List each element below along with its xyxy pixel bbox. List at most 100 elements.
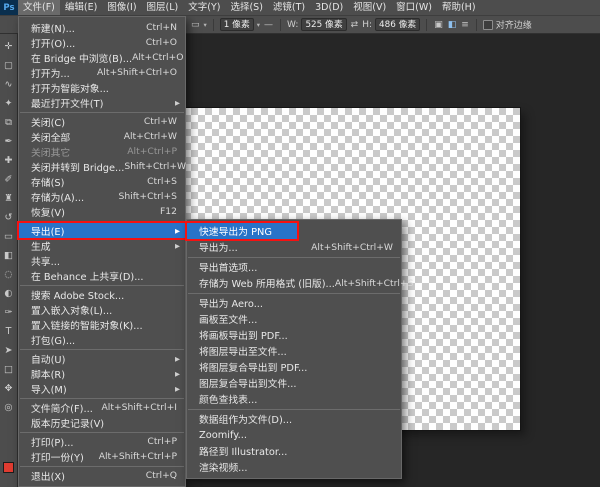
blur-tool-icon[interactable]: ◌ <box>1 265 17 284</box>
file-menu-item-revert[interactable]: 恢复(V)F12 <box>19 204 185 219</box>
file-menu-item-share[interactable]: 共享... <box>19 253 185 268</box>
export-submenu-item-artboards-to-pdf[interactable]: 将画板导出到 PDF... <box>187 327 401 343</box>
submenu-arrow-icon: ▶ <box>175 355 180 363</box>
file-menu-item-file-info[interactable]: 文件简介(F)...Alt+Shift+Ctrl+I <box>19 400 185 415</box>
file-menu-item-search-adobe-stock[interactable]: 搜索 Adobe Stock... <box>19 287 185 302</box>
clone-stamp-tool-icon[interactable]: ♜ <box>1 189 17 208</box>
history-brush-tool-icon[interactable]: ↺ <box>1 208 17 227</box>
type-tool-icon[interactable]: T <box>1 322 17 341</box>
export-submenu-item-color-lookup-tables[interactable]: 颜色查找表... <box>187 391 401 407</box>
menubar-item-filter[interactable]: 滤镜(T) <box>268 0 310 15</box>
gradient-tool-icon[interactable]: ◧ <box>1 246 17 265</box>
quick-selection-tool-icon[interactable]: ✦ <box>1 94 17 113</box>
align-edges-label: 对齐边缘 <box>496 18 532 31</box>
link-dimensions-icon[interactable]: ⇄ <box>350 20 360 30</box>
menubar-item-3d[interactable]: 3D(D) <box>310 0 348 15</box>
dodge-tool-icon[interactable]: ◐ <box>1 284 17 303</box>
width-field[interactable]: 525 像素 <box>301 18 346 31</box>
pen-tool-icon[interactable]: ✑ <box>1 303 17 322</box>
file-menu-item-automate[interactable]: 自动(U)▶ <box>19 351 185 366</box>
height-field[interactable]: 486 像素 <box>375 18 420 31</box>
export-submenu-item-export-as-aero[interactable]: 导出为 Aero... <box>187 295 401 311</box>
export-submenu-item-layer-comps-to-files[interactable]: 图层复合导出到文件... <box>187 375 401 391</box>
file-menu-item-generate[interactable]: 生成▶ <box>19 238 185 253</box>
menu-item-label: 关闭(C) <box>31 115 65 129</box>
crop-tool-icon[interactable]: ⧉ <box>1 113 17 132</box>
menu-item-shortcut: Ctrl+Q <box>146 470 177 481</box>
rectangle-tool-icon[interactable]: □ <box>1 360 17 379</box>
stroke-width-field[interactable]: 1 像素 <box>220 18 254 31</box>
file-menu-item-import[interactable]: 导入(M)▶ <box>19 381 185 396</box>
menu-item-label: 渲染视频... <box>199 460 248 474</box>
menubar-item-file[interactable]: 文件(F) <box>18 0 60 15</box>
file-menu-item-open-as[interactable]: 打开为...Alt+Shift+Ctrl+O <box>19 65 185 80</box>
menubar-item-view[interactable]: 视图(V) <box>348 0 391 15</box>
stroke-type-icon[interactable]: — <box>263 20 274 30</box>
export-submenu-item-save-for-web[interactable]: 存储为 Web 所用格式 (旧版)...Alt+Shift+Ctrl+S <box>187 275 401 291</box>
menubar-item-layer[interactable]: 图层(L) <box>142 0 184 15</box>
file-menu-item-save[interactable]: 存储(S)Ctrl+S <box>19 174 185 189</box>
file-menu-item-open-recent[interactable]: 最近打开文件(T)▶ <box>19 95 185 110</box>
menu-item-label: 导出(E) <box>31 224 64 238</box>
file-menu-item-place-linked[interactable]: 置入链接的智能对象(K)... <box>19 317 185 332</box>
file-menu-item-place-embedded[interactable]: 置入嵌入对象(L)... <box>19 302 185 317</box>
file-menu-item-browse-in-bridge[interactable]: 在 Bridge 中浏览(B)...Alt+Ctrl+O <box>19 50 185 65</box>
menu-item-label: 导入(M) <box>31 382 67 396</box>
path-alignment-icon[interactable]: ◧ <box>447 20 458 30</box>
marquee-tool-icon[interactable]: ▢ <box>1 56 17 75</box>
export-submenu-item-layers-to-files[interactable]: 将图层导出至文件... <box>187 343 401 359</box>
file-menu-item-new[interactable]: 新建(N)...Ctrl+N <box>19 20 185 35</box>
boolean-operations-icon[interactable]: ▣ <box>433 20 444 30</box>
eyedropper-tool-icon[interactable]: ✒ <box>1 132 17 151</box>
menu-item-label: 关闭全部 <box>31 130 70 144</box>
menubar-item-window[interactable]: 窗口(W) <box>391 0 437 15</box>
file-menu-item-exit[interactable]: 退出(X)Ctrl+Q <box>19 468 185 483</box>
menubar-item-image[interactable]: 图像(I) <box>102 0 141 15</box>
move-tool-icon[interactable]: ✛ <box>1 37 17 56</box>
file-menu-item-close-all[interactable]: 关闭全部Alt+Ctrl+W <box>19 129 185 144</box>
export-submenu-item-paths-to-illustrator[interactable]: 路径到 Illustrator... <box>187 443 401 459</box>
file-menu-item-close-and-go-to-bridge[interactable]: 关闭并转到 Bridge...Shift+Ctrl+W <box>19 159 185 174</box>
export-submenu-item-artboards-to-files[interactable]: 画板至文件... <box>187 311 401 327</box>
menu-item-shortcut: F12 <box>160 206 177 217</box>
brush-tool-icon[interactable]: ✐ <box>1 170 17 189</box>
file-menu-item-save-as[interactable]: 存储为(A)...Shift+Ctrl+S <box>19 189 185 204</box>
file-menu-item-package[interactable]: 打包(G)... <box>19 332 185 347</box>
zoom-tool-icon[interactable]: ◎ <box>1 398 17 417</box>
file-menu-item-scripts[interactable]: 脚本(R)▶ <box>19 366 185 381</box>
file-menu-item-close-others[interactable]: 关闭其它Alt+Ctrl+P <box>19 144 185 159</box>
file-menu-item-open[interactable]: 打开(O)...Ctrl+O <box>19 35 185 50</box>
file-menu-item-print[interactable]: 打印(P)...Ctrl+P <box>19 434 185 449</box>
file-menu-item-close[interactable]: 关闭(C)Ctrl+W <box>19 114 185 129</box>
menu-item-label: 共享... <box>31 254 60 268</box>
align-edges-checkbox[interactable] <box>483 20 493 30</box>
foreground-color-swatch[interactable] <box>3 462 14 473</box>
file-menu-item-open-as-smart-object[interactable]: 打开为智能对象... <box>19 80 185 95</box>
shape-tool-preset-icon[interactable]: ▭ <box>190 20 201 30</box>
export-submenu-item-quick-export-png[interactable]: 快速导出为 PNG <box>187 223 297 239</box>
menubar-item-select[interactable]: 选择(S) <box>225 0 267 15</box>
file-menu-item-version-history[interactable]: 版本历史记录(V) <box>19 415 185 430</box>
menubar-item-help[interactable]: 帮助(H) <box>437 0 481 15</box>
menubar-item-edit[interactable]: 编辑(E) <box>60 0 102 15</box>
export-submenu-item-data-sets-as-files[interactable]: 数据组作为文件(D)... <box>187 411 401 427</box>
path-selection-tool-icon[interactable]: ➤ <box>1 341 17 360</box>
export-submenu-item-export-as[interactable]: 导出为...Alt+Shift+Ctrl+W <box>187 239 401 255</box>
export-submenu-item-render-video[interactable]: 渲染视频... <box>187 459 401 475</box>
healing-brush-tool-icon[interactable]: ✚ <box>1 151 17 170</box>
export-submenu-item-layer-comps-to-pdf[interactable]: 将图层复合导出到 PDF... <box>187 359 401 375</box>
export-submenu-item-export-preferences[interactable]: 导出首选项... <box>187 259 401 275</box>
menu-item-label: 关闭并转到 Bridge... <box>31 160 124 174</box>
menubar-item-type[interactable]: 文字(Y) <box>183 0 225 15</box>
lasso-tool-icon[interactable]: ∿ <box>1 75 17 94</box>
path-arrangement-icon[interactable]: ≡ <box>460 20 470 30</box>
hand-tool-icon[interactable]: ✥ <box>1 379 17 398</box>
file-menu-item-share-on-behance[interactable]: 在 Behance 上共享(D)... <box>19 268 185 283</box>
export-submenu-item-zoomify[interactable]: Zoomify... <box>187 427 401 443</box>
file-menu-item-print-one-copy[interactable]: 打印一份(Y)Alt+Shift+Ctrl+P <box>19 449 185 464</box>
file-menu-item-export[interactable]: 导出(E)▶ <box>19 223 185 238</box>
chevron-down-icon[interactable]: ▾ <box>204 21 207 29</box>
chevron-down-icon[interactable]: ▾ <box>257 21 260 29</box>
menu-item-shortcut: Ctrl+P <box>147 436 177 447</box>
eraser-tool-icon[interactable]: ▭ <box>1 227 17 246</box>
